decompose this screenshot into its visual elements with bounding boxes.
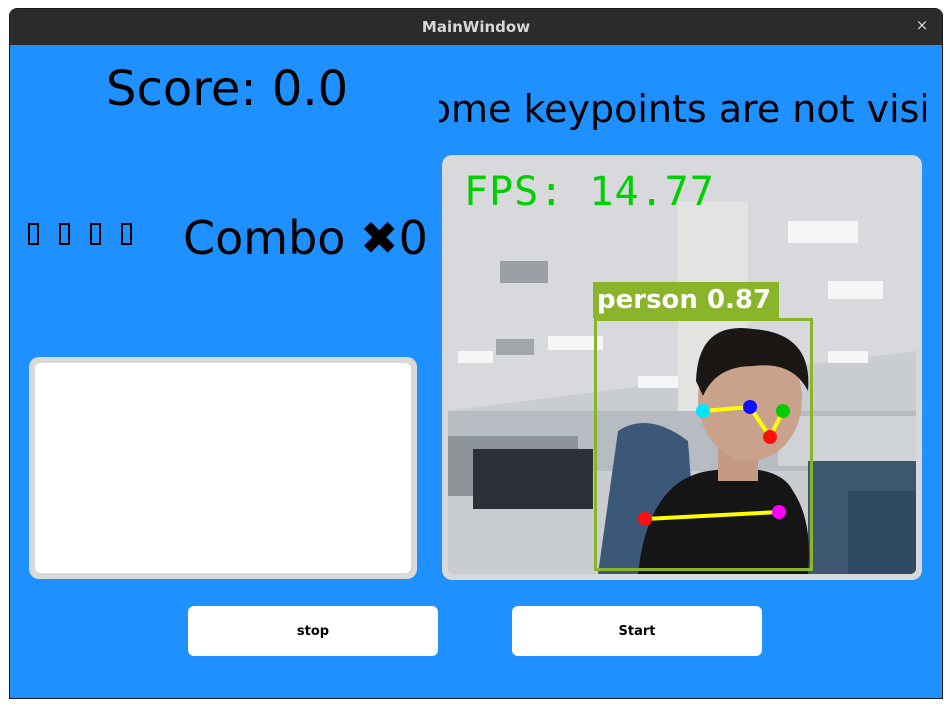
missing-glyph-icon [28,223,39,245]
keypoint-right-shoulder [772,505,786,519]
stop-button[interactable]: stop [188,606,438,656]
title-bar: MainWindow × [10,9,942,45]
missing-glyph-icon [59,223,70,245]
missing-glyph-icon [90,223,101,245]
keypoint-left-eye [743,400,757,414]
star-rating [28,223,152,245]
pose-reference-panel [29,357,417,579]
missing-glyph-icon [121,223,132,245]
score-label: Score: 0.0 [106,61,349,117]
window-title: MainWindow [421,18,531,36]
status-message: › Some keypoints are not visi [439,87,926,131]
close-icon[interactable]: × [913,16,931,36]
keypoint-left-shoulder [638,512,652,526]
main-window: MainWindow × Score: 0.0 › Some keypoints… [9,8,943,699]
keypoint-right-eye [776,404,790,418]
status-message-text: Some keypoints are not visi [439,87,926,131]
keypoint-left-ear [696,404,710,418]
pose-reference-canvas [35,363,411,573]
start-button[interactable]: Start [512,606,762,656]
status-message-area: › Some keypoints are not visi [439,83,926,143]
combo-label: Combo ✖0 [183,211,428,265]
skeleton-overlay [638,400,790,526]
camera-feed-frame: FPS: 14.77 person 0.87 [442,155,922,580]
camera-feed: FPS: 14.77 person 0.87 [448,161,916,574]
keypoint-nose [763,430,777,444]
